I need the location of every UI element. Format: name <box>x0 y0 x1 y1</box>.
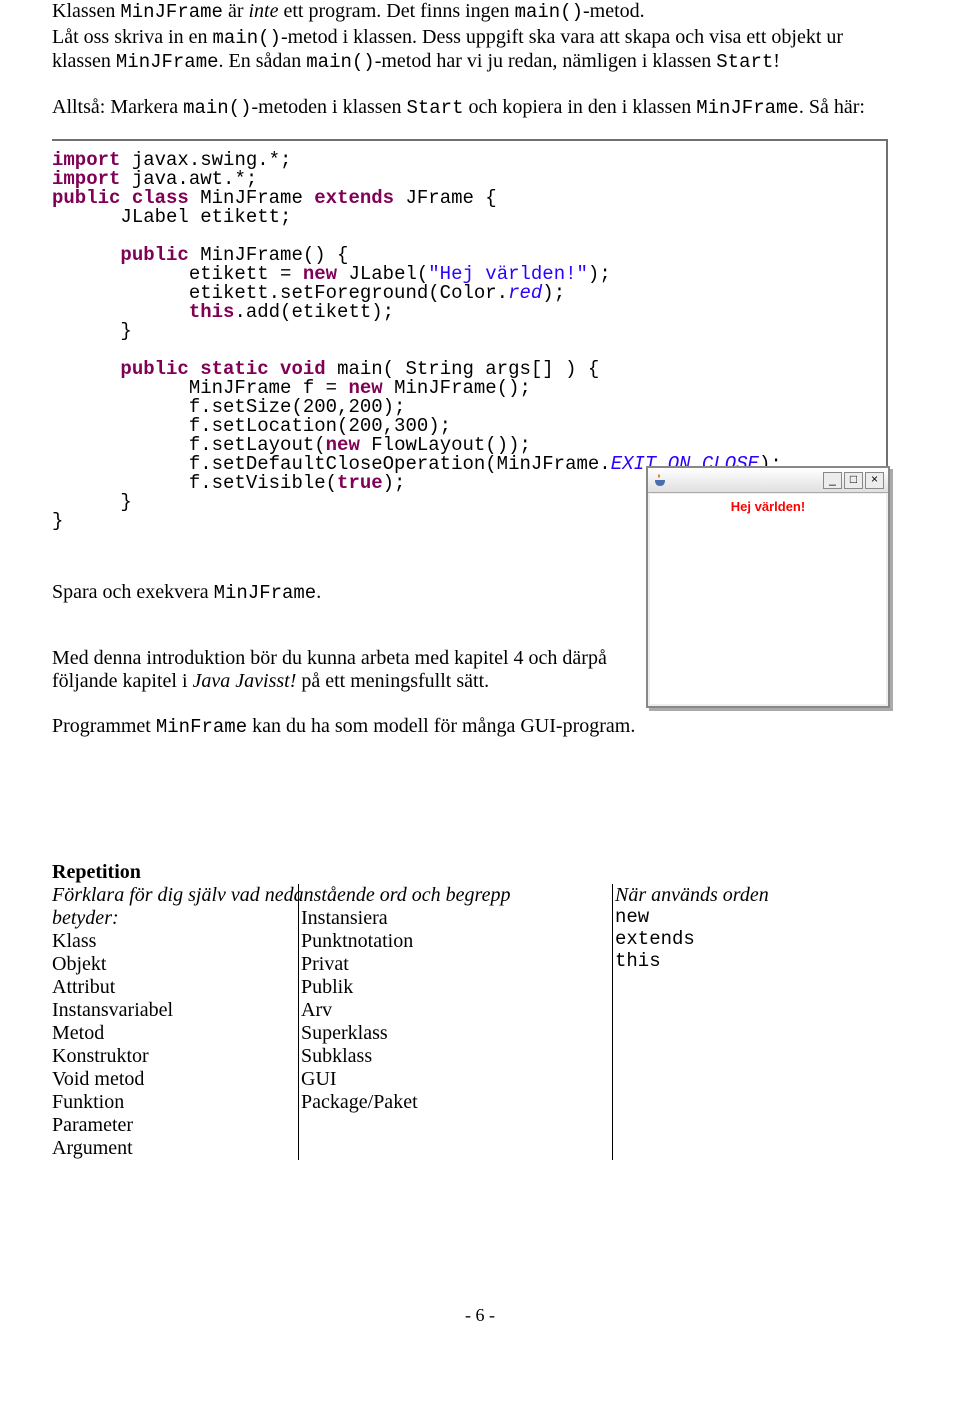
paragraph-6: Programmet MinFrame kan du ha som modell… <box>52 715 888 739</box>
repetition-title: Repetition <box>52 861 888 884</box>
repetition-section: Repetition Förklara för dig själv vad ne… <box>52 861 888 1160</box>
paragraph-2: Låt oss skriva in en main()-metod i klas… <box>52 26 888 74</box>
paragraph-1: Klassen MinJFrame är inte ett program. D… <box>52 0 888 24</box>
paragraph-5: Med denna introduktion bör du kunna arbe… <box>52 647 612 693</box>
rep-col-1: Förklara för dig själv vad nedanstående … <box>52 884 298 1160</box>
maximize-button[interactable]: □ <box>844 472 863 489</box>
minimize-button[interactable]: _ <box>823 472 842 489</box>
hello-world-label: Hej världen! <box>731 499 805 514</box>
java-icon <box>652 472 668 488</box>
window-titlebar: _ □ × <box>648 468 888 493</box>
page-number: - 6 - <box>0 1305 960 1326</box>
close-button[interactable]: × <box>865 472 884 489</box>
window-content: Hej världen! <box>650 494 886 704</box>
java-window: _ □ × Hej världen! <box>646 466 890 708</box>
paragraph-3: Alltså: Markera main()-metoden i klassen… <box>52 96 888 120</box>
rep-col-3: När används orden new extends this <box>612 884 884 1160</box>
